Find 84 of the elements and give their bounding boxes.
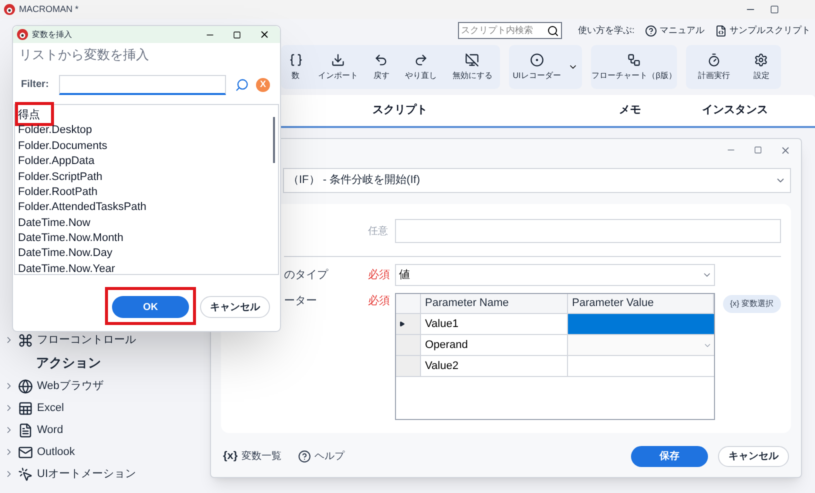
cancel-button[interactable]: キャンセル xyxy=(718,446,789,466)
filter-label: Filter: xyxy=(21,78,50,92)
footer-link[interactable]: ヘルプ xyxy=(298,448,345,464)
row-pointer-icon xyxy=(399,321,405,327)
toolbar-button[interactable]: UIレコーダー xyxy=(512,52,561,82)
list-item[interactable]: DateTime.Now xyxy=(18,214,90,232)
column-header: インスタンス xyxy=(701,103,769,118)
window-title: MACROMAN * xyxy=(19,2,79,16)
variable-select-button[interactable]: {x} 変数選択 xyxy=(723,295,781,313)
list-item[interactable]: Folder.AppData xyxy=(18,153,94,170)
close-icon[interactable] xyxy=(259,29,270,40)
maximize-icon[interactable] xyxy=(233,30,241,38)
required-label: 必須 xyxy=(368,268,391,283)
list-item[interactable]: DateTime.Now.Month xyxy=(18,230,124,247)
sidebar-item[interactable]: Word xyxy=(37,422,64,438)
list-item[interactable]: Folder.Desktop xyxy=(18,122,92,139)
toolbar-icon xyxy=(374,52,388,66)
action-icon xyxy=(18,378,33,394)
field-label: のタイプ xyxy=(284,268,330,283)
search-icon[interactable] xyxy=(547,24,559,36)
learn-label: 使い方を学ぶ: xyxy=(578,24,635,37)
list-item[interactable]: 得点 xyxy=(18,106,40,124)
sidebar-item[interactable]: Webブラウザ xyxy=(37,378,104,394)
row-header[interactable] xyxy=(396,314,421,334)
scrollbar-thumb[interactable] xyxy=(273,116,275,162)
app-logo-icon xyxy=(17,29,28,40)
sidebar-item[interactable]: Excel xyxy=(37,400,64,416)
toolbar-icon xyxy=(626,52,641,66)
toolbar-icon xyxy=(530,52,544,66)
save-button[interactable]: 保存 xyxy=(631,446,708,466)
help-link[interactable]: サンプルスクリプト xyxy=(714,24,811,38)
sidebar-item[interactable]: フローコントロール xyxy=(37,332,136,348)
cancel-button[interactable]: キャンセル xyxy=(200,296,270,318)
toolbar-button[interactable]: 計画実行 xyxy=(698,52,730,82)
input-field[interactable] xyxy=(395,219,781,243)
dialog-heading: リストから変数を挿入 xyxy=(19,46,150,64)
column-header: Parameter Name xyxy=(421,294,568,313)
ok-button[interactable]: OK xyxy=(112,296,189,318)
action-icon xyxy=(18,444,33,460)
sidebar-item[interactable]: UIオートメーション xyxy=(37,466,136,482)
list-item[interactable]: Folder.Documents xyxy=(18,138,108,154)
column-header: メモ xyxy=(618,103,642,118)
action-icon xyxy=(18,332,33,348)
toolbar-icon xyxy=(465,52,480,66)
list-item[interactable]: Folder.ScriptPath xyxy=(18,168,102,186)
toolbar-button[interactable]: フローチャート（β版） xyxy=(592,52,676,82)
filter-field[interactable] xyxy=(59,74,226,94)
search-field[interactable]: スクリプト内検索 xyxy=(458,22,562,39)
toolbar-icon xyxy=(331,52,346,66)
action-icon xyxy=(18,466,33,482)
footer-link[interactable]: {x} 変数一覧 xyxy=(223,448,282,464)
action-select[interactable]: （IF） - 条件分岐を開始(If) xyxy=(283,168,791,193)
list-item[interactable]: DateTime.Now.Year xyxy=(18,260,116,278)
section-heading: アクション xyxy=(35,354,102,372)
type-select[interactable]: 値 xyxy=(395,264,715,286)
toolbar-button[interactable]: 戻す xyxy=(373,52,390,82)
optional-label: 任意 xyxy=(368,224,389,238)
action-icon xyxy=(18,400,33,416)
dialog-title: 変数を挿入 xyxy=(32,28,72,40)
toolbar-button[interactable]: インポート xyxy=(318,52,358,82)
script-icon xyxy=(714,24,727,36)
toolbar-icon xyxy=(288,52,303,66)
column-header: スクリプト xyxy=(372,102,428,118)
list-item[interactable]: Folder.RootPath xyxy=(18,184,98,200)
toolbar-button[interactable]: 無効にする xyxy=(452,52,492,82)
help-icon xyxy=(298,450,311,462)
toolbar-icon xyxy=(414,52,428,66)
help-link[interactable]: マニュアル xyxy=(644,24,705,38)
app-logo-icon xyxy=(4,4,15,15)
value-cell[interactable] xyxy=(568,314,714,334)
help-icon xyxy=(644,24,657,36)
list-item[interactable]: DateTime.Now.Day xyxy=(18,245,112,262)
required-label: 必須 xyxy=(368,294,391,309)
toolbar-button[interactable]: 数 xyxy=(288,52,303,82)
list-item[interactable]: Folder.AttendedTasksPath xyxy=(18,199,146,216)
toolbar-button[interactable]: 設定 xyxy=(753,52,770,82)
column-header: Parameter Value xyxy=(568,294,714,313)
toolbar-icon xyxy=(754,52,768,66)
sidebar-item[interactable]: Outlook xyxy=(37,444,75,460)
action-icon xyxy=(18,422,33,438)
toolbar-icon xyxy=(706,52,721,66)
maximize-icon[interactable] xyxy=(770,5,779,14)
toolbar-button[interactable]: やり直し xyxy=(404,52,437,82)
field-label: ーター xyxy=(284,294,318,309)
